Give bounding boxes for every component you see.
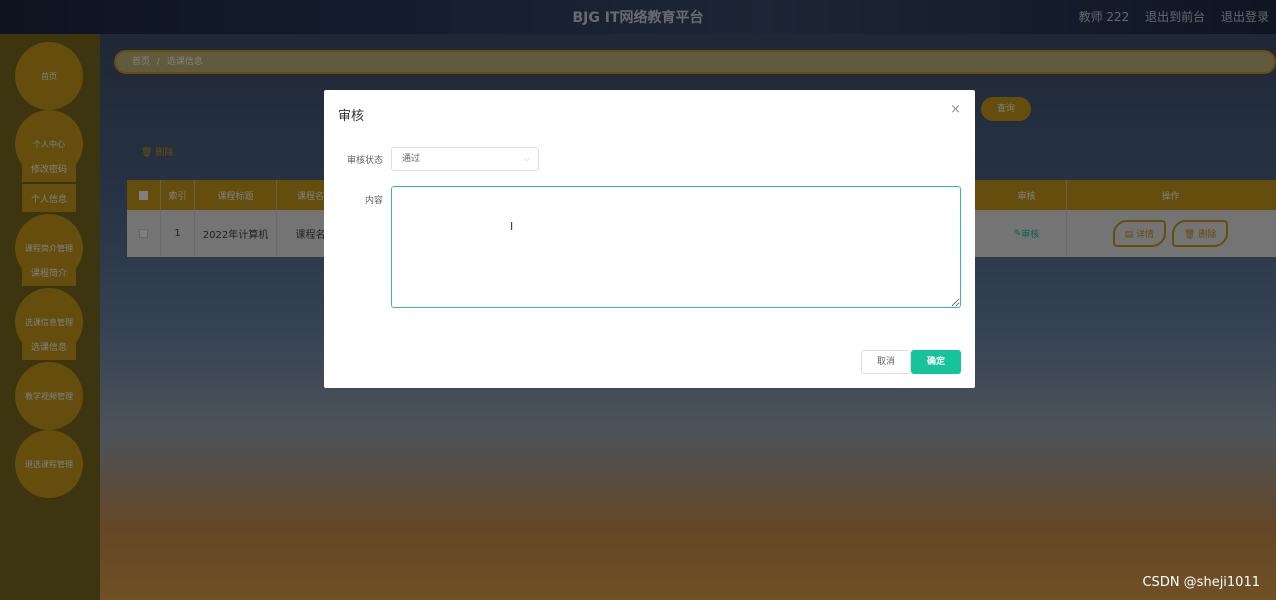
review-dialog: 审核 × 审核状态 通过 ⌵ 内容 I 取消 确定	[324, 90, 975, 388]
status-value: 通过	[402, 154, 421, 164]
content-label: 内容	[364, 196, 383, 206]
cancel-button[interactable]: 取消	[861, 350, 911, 374]
text-cursor-icon: I	[510, 220, 514, 233]
status-select[interactable]: 通过 ⌵	[391, 147, 539, 171]
close-icon[interactable]: ×	[950, 102, 961, 117]
chevron-down-icon: ⌵	[523, 154, 530, 163]
confirm-button[interactable]: 确定	[911, 350, 961, 374]
watermark: CSDN @sheji1011	[1142, 575, 1260, 590]
dialog-title: 审核	[338, 109, 365, 124]
content-textarea[interactable]	[391, 186, 961, 308]
status-label: 审核状态	[346, 156, 383, 166]
